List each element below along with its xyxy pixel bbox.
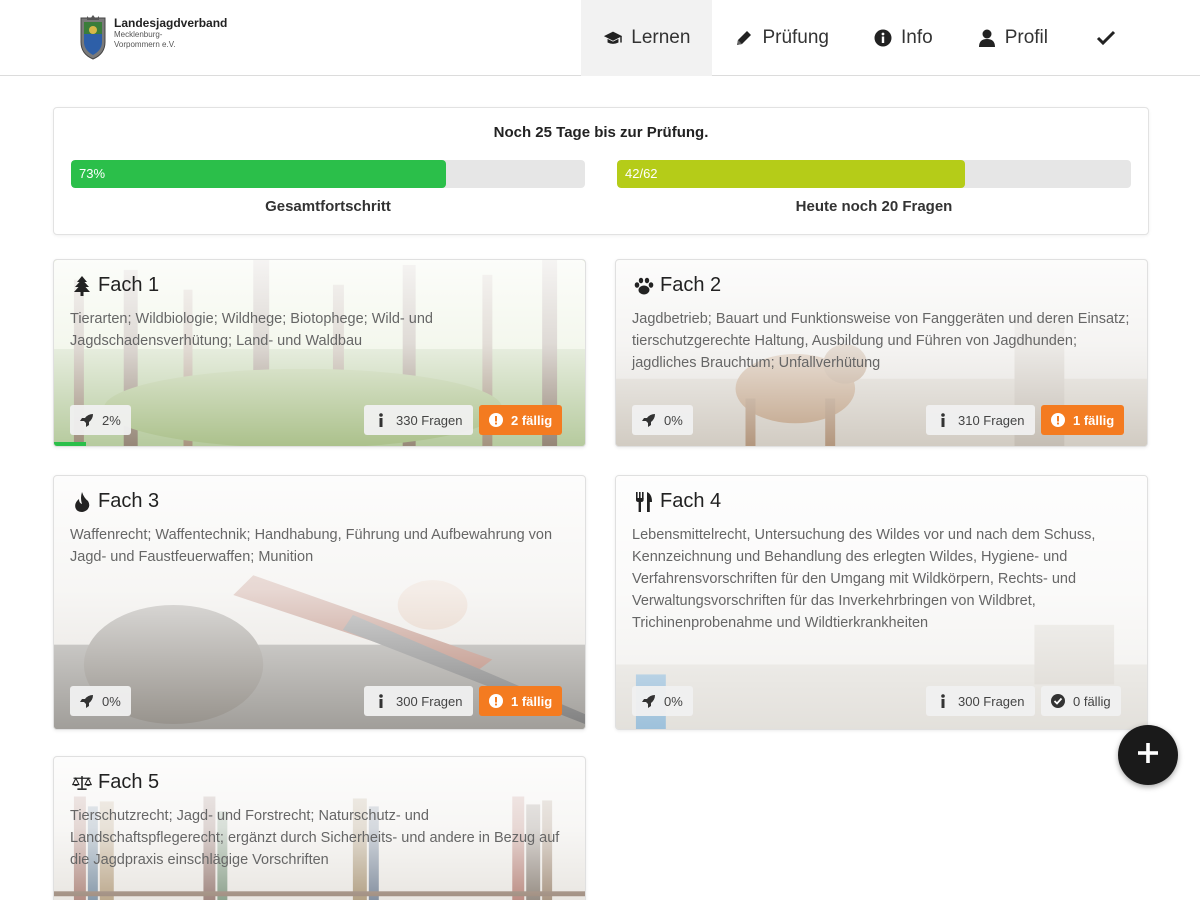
subject-card-fach-4[interactable]: Fach 4 Lebensmittelrecht, Untersuchung d…: [615, 475, 1148, 730]
exam-status-panel: Noch 25 Tage bis zur Prüfung. 73% Gesamt…: [53, 107, 1149, 235]
tree-icon: [72, 275, 92, 296]
shield-logo-icon: [80, 15, 106, 60]
cutlery-icon: [634, 491, 654, 512]
progress-value: 0%: [102, 693, 121, 709]
rocket-icon: [80, 413, 94, 427]
card-title-text: Fach 4: [660, 490, 722, 512]
card-description: Jagdbetrieb; Bauart und Funktionsweise v…: [632, 311, 1130, 371]
progress-badge: 0%: [632, 405, 693, 435]
questions-count: 310 Fragen: [958, 412, 1025, 428]
subject-card-fach-3[interactable]: Fach 3 Waffenrecht; Waffentechnik; Handh…: [53, 475, 586, 730]
nav-lernen-label: Lernen: [631, 27, 691, 48]
daily-progress-fill: [617, 160, 965, 188]
overall-progress-fill: [71, 160, 447, 188]
questions-badge: 330 Fragen: [364, 405, 473, 435]
graduation-cap-icon: [603, 28, 623, 48]
info-icon: [936, 413, 950, 427]
due-count: 1 fällig: [511, 693, 553, 709]
main-nav: Lernen Prüfung Info Profil: [581, 0, 1150, 76]
info-circle-icon: [873, 28, 893, 48]
card-title-text: Fach 5: [98, 771, 160, 793]
logo-subtitle-line-2: Vorpommern e.V.: [114, 40, 176, 49]
check-icon: [1096, 28, 1116, 48]
rocket-icon: [80, 694, 94, 708]
card-title-text: Fach 2: [660, 274, 722, 296]
nav-pruefung-label: Prüfung: [762, 27, 829, 48]
nav-check[interactable]: [1070, 0, 1150, 76]
card-title: Fach 2: [634, 274, 721, 297]
rocket-icon: [642, 694, 656, 708]
card-description: Lebensmittelrecht, Untersuchung des Wild…: [632, 527, 1096, 631]
card-title: Fach 4: [634, 490, 721, 513]
fire-icon: [72, 491, 92, 512]
exclamation-circle-icon: [1051, 413, 1065, 427]
progress-value: 0%: [664, 412, 683, 428]
balance-scale-icon: [72, 773, 92, 793]
card-title: Fach 5: [72, 771, 159, 794]
nav-info-label: Info: [901, 27, 933, 48]
overall-progress-label: Gesamtfortschritt: [265, 198, 391, 215]
check-circle-icon: [1051, 694, 1065, 708]
card-progress-bar: [54, 442, 86, 446]
due-count: 1 fällig: [1073, 412, 1115, 428]
days-until-exam: Noch 25 Tage bis zur Prüfung.: [493, 124, 709, 141]
user-icon: [977, 28, 997, 48]
card-description: Tierschutzrecht; Jagd- und Forstrecht; N…: [70, 808, 560, 868]
due-badge[interactable]: 1 fällig: [1041, 405, 1125, 435]
subject-card-fach-5[interactable]: Fach 5 Tierschutzrecht; Jagd- und Forstr…: [53, 756, 586, 900]
info-icon: [936, 694, 950, 708]
subject-card-fach-2[interactable]: Fach 2 Jagdbetrieb; Bauart und Funktions…: [615, 259, 1148, 447]
exclamation-circle-icon: [489, 413, 503, 427]
card-description: Waffenrecht; Waffentechnik; Handhabung, …: [70, 527, 553, 565]
card-title: Fach 1: [72, 274, 159, 297]
due-badge[interactable]: 1 fällig: [479, 686, 563, 716]
nav-lernen[interactable]: Lernen: [581, 0, 713, 76]
progress-value: 2%: [102, 412, 121, 428]
progress-badge: 0%: [632, 686, 693, 716]
questions-badge: 310 Fragen: [926, 405, 1035, 435]
questions-count: 300 Fragen: [396, 693, 463, 709]
info-icon: [374, 413, 388, 427]
daily-progress-label: Heute noch 20 Fragen: [795, 198, 953, 215]
logo-title: Landesjagdverband: [114, 16, 228, 30]
subject-card-fach-1[interactable]: Fach 1 Tierarten; Wildbiologie; Wildhege…: [53, 259, 586, 447]
nav-info[interactable]: Info: [851, 0, 955, 76]
card-title-text: Fach 3: [98, 490, 160, 512]
due-count: 2 fällig: [511, 412, 553, 428]
pencil-icon: [734, 28, 754, 48]
overall-progress-bar: 73%: [71, 160, 585, 188]
logo[interactable]: Landesjagdverband Mecklenburg- Vorpommer…: [78, 14, 227, 60]
nav-profil[interactable]: Profil: [955, 0, 1070, 76]
daily-progress-text: 42/62: [625, 166, 658, 181]
paw-icon: [634, 276, 654, 296]
daily-progress-bar: 42/62: [617, 160, 1131, 188]
info-icon: [374, 694, 388, 708]
rocket-icon: [642, 413, 656, 427]
due-badge[interactable]: 0 fällig: [1041, 686, 1121, 716]
due-count: 0 fällig: [1073, 693, 1111, 709]
exclamation-circle-icon: [489, 694, 503, 708]
questions-count: 330 Fragen: [396, 412, 463, 428]
plus-icon: [1137, 742, 1159, 769]
questions-badge: 300 Fragen: [364, 686, 473, 716]
progress-badge: 0%: [70, 686, 131, 716]
nav-pruefung[interactable]: Prüfung: [712, 0, 851, 76]
nav-profil-label: Profil: [1004, 27, 1048, 48]
due-badge[interactable]: 2 fällig: [479, 405, 563, 435]
logo-subtitle-line-1: Mecklenburg-: [114, 30, 163, 39]
add-button[interactable]: [1118, 725, 1178, 785]
progress-badge: 2%: [70, 405, 131, 435]
card-description: Tierarten; Wildbiologie; Wildhege; Bioto…: [70, 311, 433, 349]
questions-count: 300 Fragen: [958, 693, 1025, 709]
card-title: Fach 3: [72, 490, 159, 513]
progress-value: 0%: [664, 693, 683, 709]
overall-progress-text: 73%: [79, 166, 106, 181]
card-title-text: Fach 1: [98, 274, 160, 296]
questions-badge: 300 Fragen: [926, 686, 1035, 716]
top-bar: Landesjagdverband Mecklenburg- Vorpommer…: [0, 0, 1200, 76]
